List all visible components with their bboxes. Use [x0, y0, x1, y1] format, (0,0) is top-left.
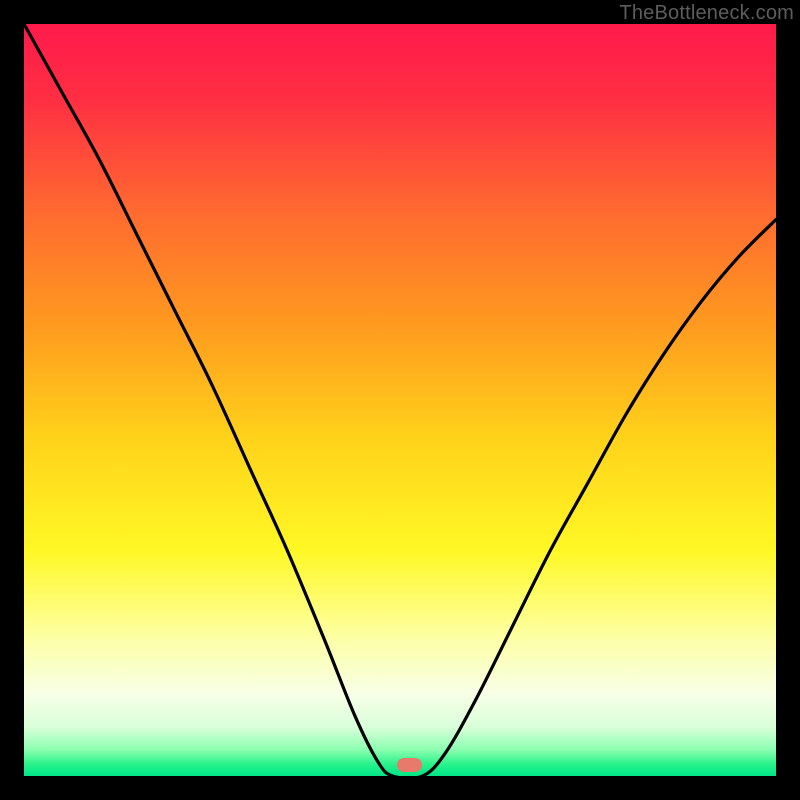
optimum-marker	[397, 758, 422, 772]
watermark-text: TheBottleneck.com	[619, 2, 794, 25]
bottleneck-curve	[24, 24, 776, 776]
chart-frame: TheBottleneck.com	[0, 0, 800, 800]
plot-area	[24, 24, 776, 776]
